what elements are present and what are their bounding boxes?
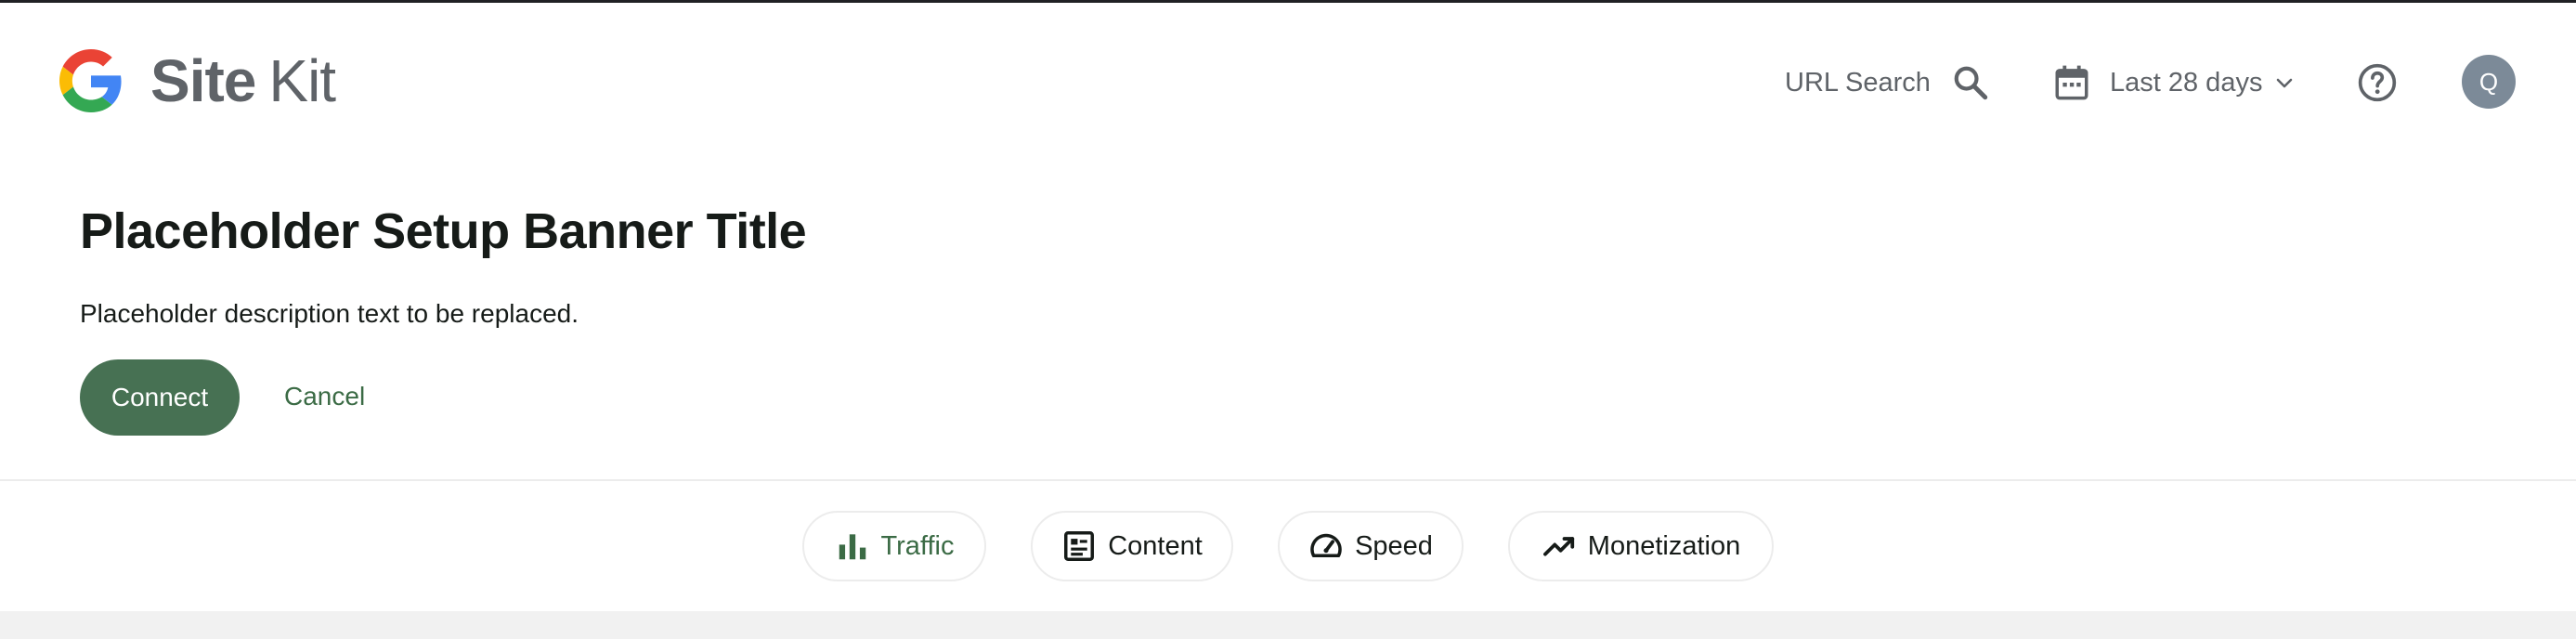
tab-traffic[interactable]: Traffic	[802, 511, 986, 581]
site-kit-dashboard: Site Kit URL Search Last 28 days Q Place…	[0, 0, 2576, 639]
brand-site: Site	[150, 47, 256, 114]
calendar-icon	[2055, 65, 2088, 100]
cancel-button[interactable]: Cancel	[284, 375, 365, 418]
divider	[0, 479, 2576, 481]
article-icon	[1064, 531, 1095, 561]
tab-monetization-label: Monetization	[1587, 530, 1741, 561]
chevron-down-icon	[2277, 78, 2293, 88]
user-avatar[interactable]: Q	[2462, 55, 2516, 109]
banner-description: Placeholder description text to be repla…	[80, 299, 579, 328]
tab-content[interactable]: Content	[1031, 511, 1233, 581]
tab-content-label: Content	[1108, 530, 1203, 561]
connect-button[interactable]: Connect	[80, 359, 240, 436]
help-circle-icon	[2358, 63, 2397, 102]
tab-traffic-label: Traffic	[880, 530, 955, 561]
banner-title: Placeholder Setup Banner Title	[80, 203, 807, 259]
bar-chart-icon	[839, 534, 865, 560]
url-search-label: URL Search	[1785, 67, 1931, 98]
date-range-selector[interactable]: Last 28 days	[2052, 57, 2296, 109]
tab-monetization[interactable]: Monetization	[1508, 511, 1774, 581]
google-g-icon	[59, 49, 122, 112]
help-button[interactable]	[2357, 62, 2398, 103]
content-area-top	[0, 611, 2576, 639]
speedometer-icon	[1310, 533, 1342, 558]
search-icon	[1954, 66, 1988, 100]
tab-speed[interactable]: Speed	[1278, 511, 1464, 581]
site-kit-logo[interactable]: Site Kit	[59, 46, 336, 116]
date-range-label: Last 28 days	[2110, 67, 2263, 98]
tab-speed-label: Speed	[1355, 530, 1433, 561]
trending-up-icon	[1542, 537, 1574, 556]
brand-name: Site Kit	[150, 46, 336, 116]
url-search-button[interactable]: URL Search	[1785, 57, 1990, 109]
brand-kit: Kit	[268, 47, 336, 114]
header: Site Kit URL Search Last 28 days Q	[0, 3, 2576, 153]
